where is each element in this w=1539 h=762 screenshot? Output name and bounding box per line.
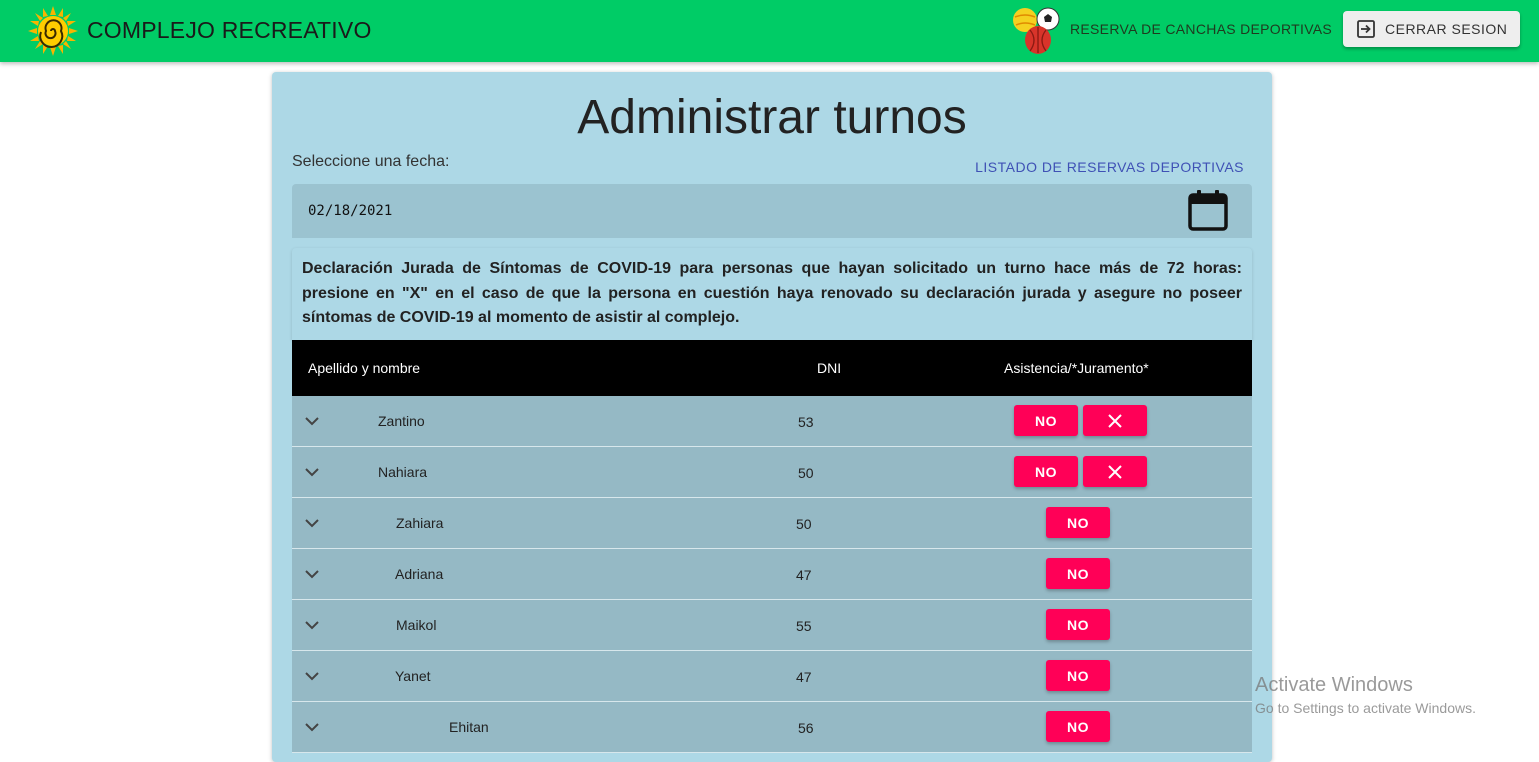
chevron-down-icon[interactable] — [304, 719, 320, 735]
date-value: 02/18/2021 — [308, 203, 393, 219]
courts-reservation-link[interactable]: RESERVA DE CANCHAS DEPORTIVAS — [1070, 21, 1332, 37]
table-row: Ehitan 56 NO — [292, 702, 1252, 753]
close-icon — [1108, 413, 1122, 428]
attendance-no-button[interactable]: NO — [1014, 405, 1078, 436]
person-dni: 53 — [798, 414, 814, 430]
table-row: Maikol 55 NO — [292, 600, 1252, 651]
person-dni: 56 — [798, 720, 814, 736]
person-dni: 47 — [796, 669, 812, 685]
watermark-subtitle: Go to Settings to activate Windows. — [1255, 700, 1476, 716]
table-row: Yanet 47 NO — [292, 651, 1252, 702]
table-row: Nahiara 50 NO — [292, 447, 1252, 498]
table-header: Apellido y nombre DNI Asistencia/*Jurame… — [292, 340, 1252, 396]
column-name: Apellido y nombre — [308, 360, 421, 376]
table-row: Zahiara 50 NO — [292, 498, 1252, 549]
logout-icon — [1357, 20, 1375, 38]
sports-balls-icon — [1013, 7, 1060, 54]
table-row: Adriana 47 NO — [292, 549, 1252, 600]
person-dni: 55 — [796, 618, 812, 634]
app-title: COMPLEJO RECREATIVO — [87, 17, 372, 43]
page-title: Administrar turnos — [577, 91, 967, 144]
logout-button[interactable]: CERRAR SESION — [1343, 11, 1520, 47]
attendance-no-button[interactable]: NO — [1046, 711, 1110, 742]
attendance-no-button[interactable]: NO — [1046, 660, 1110, 691]
person-name: Maikol — [396, 617, 437, 633]
date-input[interactable]: 02/18/2021 — [292, 184, 1252, 238]
attendance-no-button[interactable]: NO — [1046, 507, 1110, 538]
covid-notice: Declaración Jurada de Síntomas de COVID-… — [292, 248, 1252, 340]
sun-logo-icon[interactable] — [28, 6, 78, 56]
person-name: Ehitan — [449, 719, 489, 735]
chevron-down-icon[interactable] — [304, 464, 320, 480]
app-bar: COMPLEJO RECREATIVO RESERVA DE CANCHAS D… — [0, 0, 1539, 62]
close-icon — [1108, 464, 1122, 479]
chevron-down-icon[interactable] — [304, 515, 320, 531]
logout-label: CERRAR SESION — [1385, 21, 1508, 37]
chevron-down-icon[interactable] — [304, 668, 320, 684]
oath-renewed-button[interactable] — [1083, 456, 1147, 487]
column-dni: DNI — [817, 360, 842, 376]
covid-notice-text: Declaración Jurada de Síntomas de COVID-… — [302, 260, 1242, 326]
attendance-no-button[interactable]: NO — [1046, 609, 1110, 640]
shifts-table-body: Zantino 53 NO Nahiara 50 NO Zahiara 50 N… — [292, 396, 1252, 753]
person-name: Yanet — [395, 668, 431, 684]
reservations-list-link[interactable]: LISTADO DE RESERVAS DEPORTIVAS — [975, 159, 1244, 175]
person-dni: 50 — [796, 516, 812, 532]
shifts-card: Administrar turnos Seleccione una fecha:… — [272, 72, 1272, 762]
chevron-down-icon[interactable] — [304, 413, 320, 429]
column-attendance: Asistencia/*Juramento* — [1004, 360, 1149, 376]
person-name: Zantino — [378, 413, 425, 429]
watermark-title: Activate Windows — [1255, 674, 1413, 696]
person-name: Nahiara — [378, 464, 428, 480]
activation-watermark: Activate Windows Go to Settings to activ… — [1255, 673, 1476, 718]
table-row: Zantino 53 NO — [292, 396, 1252, 447]
person-dni: 47 — [796, 567, 812, 583]
attendance-no-button[interactable]: NO — [1046, 558, 1110, 589]
chevron-down-icon[interactable] — [304, 617, 320, 633]
person-dni: 50 — [798, 465, 814, 481]
person-name: Adriana — [395, 566, 444, 582]
oath-renewed-button[interactable] — [1083, 405, 1147, 436]
attendance-no-button[interactable]: NO — [1014, 456, 1078, 487]
date-label: Seleccione una fecha: — [292, 153, 450, 170]
person-name: Zahiara — [396, 515, 444, 531]
calendar-icon[interactable] — [1186, 188, 1230, 232]
chevron-down-icon[interactable] — [304, 566, 320, 582]
